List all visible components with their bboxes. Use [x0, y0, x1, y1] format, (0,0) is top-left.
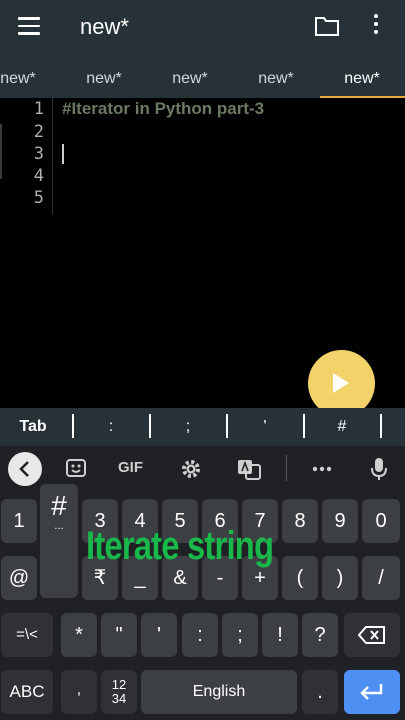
key-enter[interactable]: [344, 670, 400, 714]
popup-label: #: [51, 490, 67, 521]
line-number-gutter: 1 2 3 4 5: [0, 98, 52, 218]
line-number: 1: [33, 99, 44, 119]
key-1[interactable]: 1: [1, 499, 37, 543]
key-abc[interactable]: ABC: [1, 670, 53, 714]
key-exclamation[interactable]: !: [262, 613, 298, 657]
symbol-tab[interactable]: Tab: [0, 418, 68, 436]
line-number: 2: [33, 122, 44, 142]
key-question[interactable]: ?: [302, 613, 338, 657]
gif-button[interactable]: GIF: [118, 459, 143, 489]
key-colon[interactable]: :: [182, 613, 218, 657]
line-number: 3: [33, 144, 44, 164]
tab-1[interactable]: new*: [0, 70, 58, 88]
key-9[interactable]: 9: [322, 499, 358, 543]
active-tab-indicator: [320, 96, 405, 98]
tab-3[interactable]: new*: [150, 70, 230, 88]
key-popup[interactable]: # ...: [40, 484, 78, 598]
separator: [72, 414, 74, 438]
key-numpad[interactable]: 12 34: [101, 670, 137, 714]
menu-icon[interactable]: [18, 17, 40, 35]
key-double-quote[interactable]: ": [101, 613, 137, 657]
key-more-symbols[interactable]: =\<: [1, 613, 53, 657]
key-period[interactable]: .: [302, 670, 338, 714]
key-slash[interactable]: /: [362, 556, 400, 600]
tab-2[interactable]: new*: [64, 70, 144, 88]
file-title: new*: [80, 14, 129, 39]
code-line-1[interactable]: #Iterator in Python part-3: [62, 99, 264, 119]
key-asterisk[interactable]: *: [61, 613, 97, 657]
separator: [226, 414, 228, 438]
line-number: 5: [33, 188, 44, 208]
more-options-icon[interactable]: [370, 14, 382, 40]
sticker-icon[interactable]: [64, 454, 88, 484]
folder-icon[interactable]: [315, 16, 339, 36]
key-single-quote[interactable]: ': [141, 613, 177, 657]
gutter-divider: [52, 98, 53, 214]
separator: [303, 414, 305, 438]
key-open-paren[interactable]: (: [282, 556, 318, 600]
popup-dots: ...: [54, 520, 64, 532]
enter-arrow-icon: [360, 684, 383, 700]
symbol-colon[interactable]: :: [76, 418, 146, 436]
settings-gear-icon[interactable]: [179, 454, 203, 484]
key-0[interactable]: 0: [362, 499, 400, 543]
symbol-hash[interactable]: #: [307, 418, 377, 436]
toolbar-divider: [286, 455, 287, 481]
file-tabs: new* new* new* new* new*: [0, 56, 405, 98]
keyboard-back-button[interactable]: [8, 452, 42, 486]
more-icon[interactable]: [310, 454, 334, 484]
play-icon: [333, 373, 349, 393]
key-semicolon[interactable]: ;: [222, 613, 258, 657]
caption-overlay: Iterate string: [86, 524, 274, 568]
backspace-icon: [357, 626, 385, 644]
app-bar: new*: [0, 0, 405, 56]
chevron-left-icon: [19, 461, 29, 477]
key-backspace[interactable]: [344, 613, 400, 657]
symbol-semicolon[interactable]: ;: [153, 418, 223, 436]
key-comma[interactable]: ,: [61, 670, 97, 714]
separator: [149, 414, 151, 438]
line-number: 4: [33, 166, 44, 186]
key-space[interactable]: English: [141, 670, 297, 714]
tab-5-active[interactable]: new*: [322, 70, 402, 88]
symbol-bar: Tab : ; ' #: [0, 408, 405, 446]
separator: [380, 414, 382, 438]
key-close-paren[interactable]: ): [322, 556, 358, 600]
microphone-icon[interactable]: [368, 454, 390, 484]
run-button[interactable]: [308, 350, 375, 417]
text-cursor: [62, 144, 64, 164]
key-at[interactable]: @: [1, 556, 37, 600]
tab-4[interactable]: new*: [236, 70, 316, 88]
translate-icon[interactable]: [236, 454, 262, 484]
symbol-quote[interactable]: ': [230, 418, 300, 436]
key-8[interactable]: 8: [282, 499, 318, 543]
